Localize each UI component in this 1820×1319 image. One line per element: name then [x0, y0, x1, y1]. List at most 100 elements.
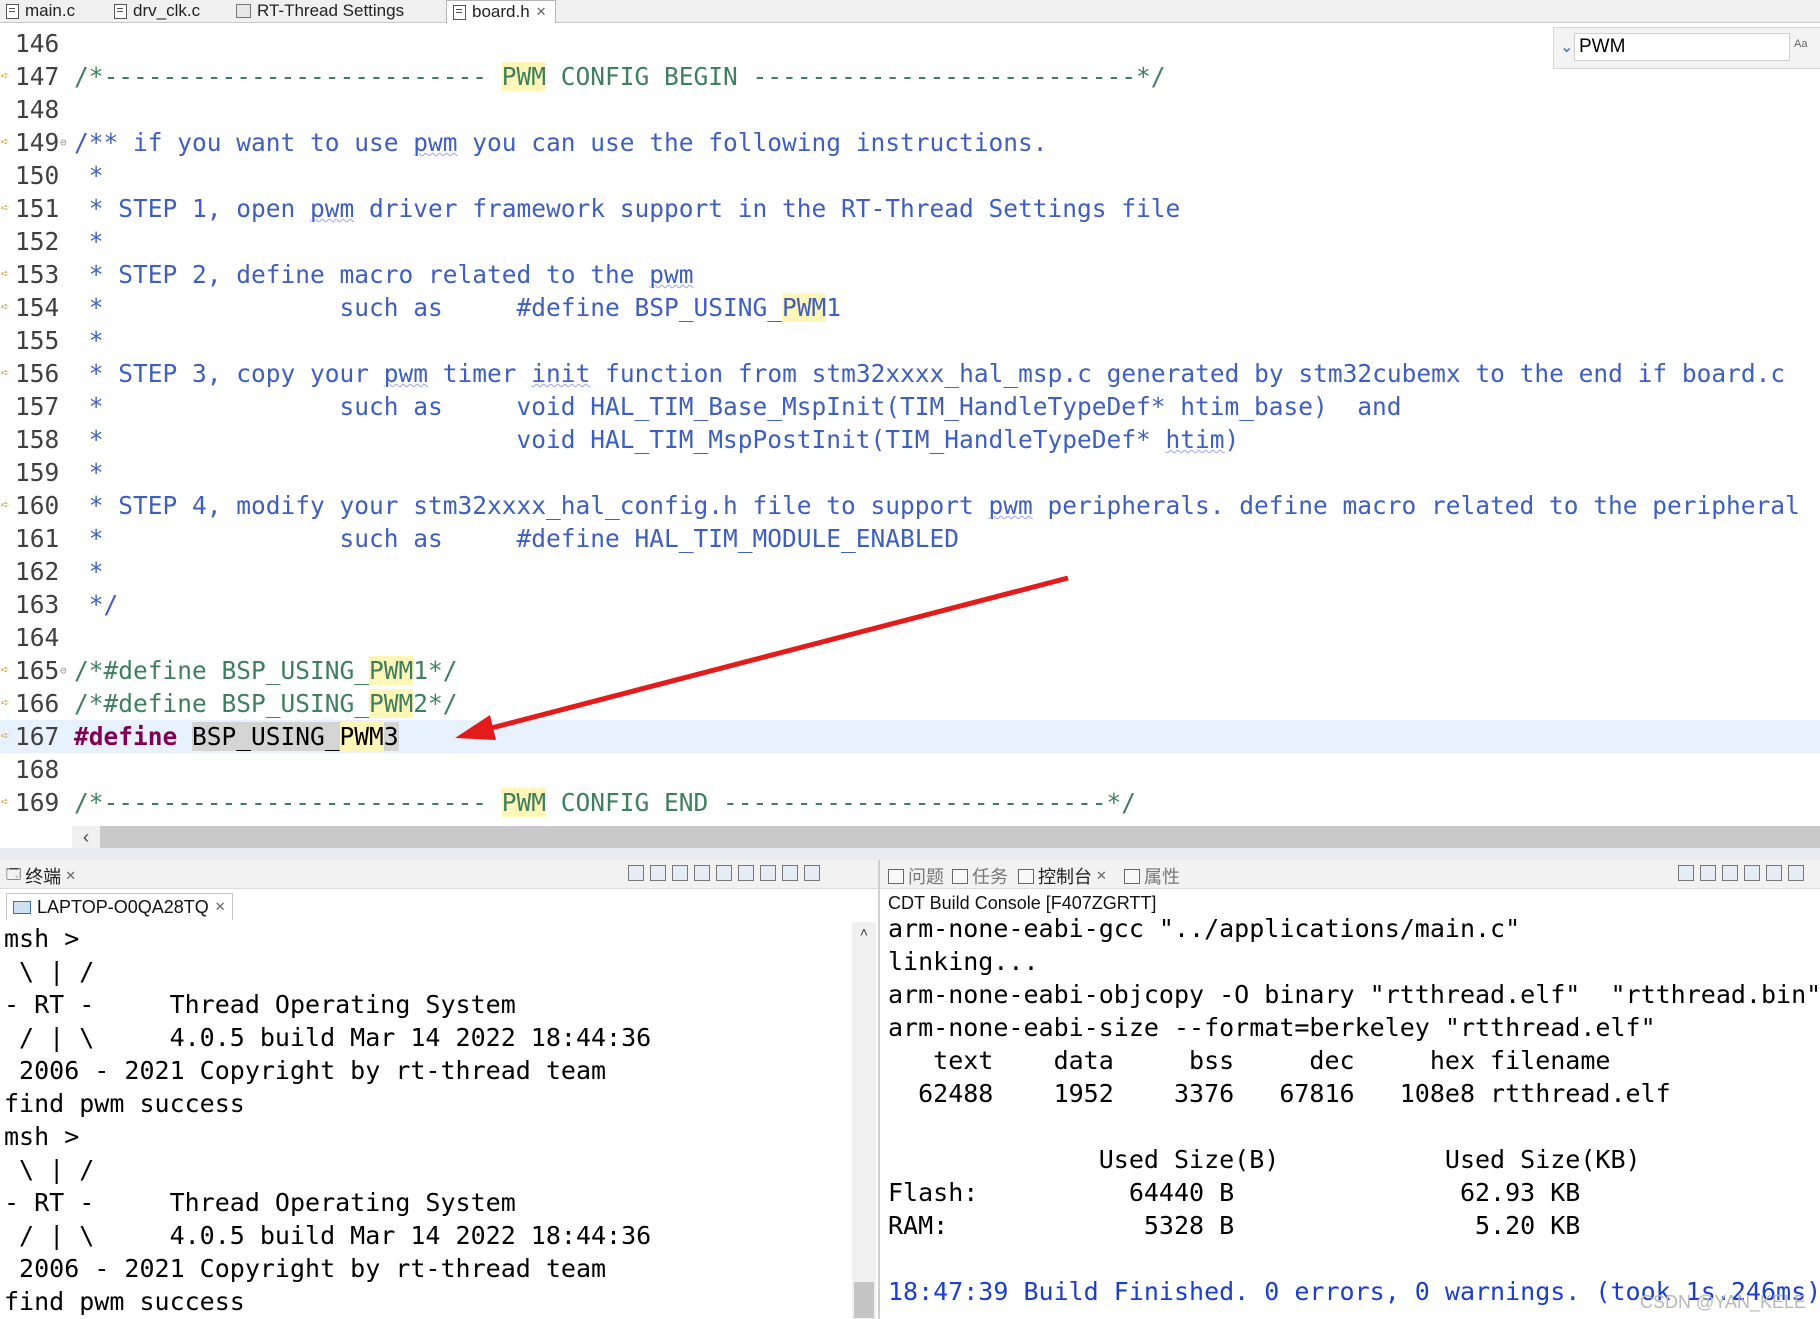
terminal-line: - RT - Thread Operating System	[4, 1188, 516, 1217]
console-line: linking...	[888, 947, 1039, 976]
match-case-icon[interactable]: Aa	[1794, 38, 1807, 50]
line-number: 157	[15, 392, 60, 421]
code-line: ➪ 147 /*-------------------------- PWM CO…	[0, 60, 1820, 93]
terminal-toolbar	[628, 865, 820, 881]
code-text: * such as #define HAL_TIM_MODULE_ENABLED	[74, 524, 960, 553]
new-terminal-icon[interactable]	[628, 865, 644, 881]
file-c-icon	[114, 3, 127, 19]
line-number: 164	[15, 623, 60, 652]
fold-icon[interactable]: ⊖	[60, 654, 67, 687]
line-number: 152	[15, 227, 60, 256]
terminal-line: msh >	[4, 1122, 80, 1151]
arrow-down-icon[interactable]	[1700, 865, 1716, 881]
code-text: *	[74, 326, 104, 355]
terminal-vertical-scrollbar[interactable]: ˄	[852, 922, 876, 1319]
code-line: ➪ 160 * STEP 4, modify your stm32xxxx_hal…	[0, 489, 1820, 522]
tab-problems[interactable]: 问题	[888, 863, 944, 889]
code-line: 159 *	[0, 456, 1820, 489]
file-c-icon	[6, 3, 19, 19]
terminal-panel-tabs: 🗔 终端 ✕	[0, 860, 878, 889]
code-line: 162 *	[0, 555, 1820, 588]
console-toolbar	[1678, 865, 1804, 881]
code-editor[interactable]: 146 ➪ 147 /*-------------------------- PW…	[0, 23, 1820, 831]
editor-tab-board-h[interactable]: board.h ✕	[446, 0, 556, 23]
code-line: ➪ 149 ⊖ /** if you want to use pwm you can…	[0, 126, 1820, 159]
pin-icon[interactable]	[716, 865, 732, 881]
tab-label: 任务	[972, 867, 1008, 887]
code-line: 164	[0, 621, 1820, 654]
console-line: arm-none-eabi-objcopy -O binary "rtthrea…	[888, 980, 1818, 1009]
minimize-icon[interactable]	[804, 865, 820, 881]
change-marker-icon: ➪	[1, 299, 10, 315]
fold-icon[interactable]: ⊖	[60, 126, 67, 159]
code-text: * void HAL_TIM_MspPostInit(TIM_HandleTyp…	[74, 425, 1240, 454]
console-panel-tabs: 问题 任务 控制台 ✕ 属性	[880, 860, 1820, 889]
clear-icon[interactable]	[694, 865, 710, 881]
code-text: */	[74, 590, 119, 619]
code-line: ➪ 166 /*#define BSP_USING_PWM2*/	[0, 687, 1820, 720]
settings-icon[interactable]	[782, 865, 798, 881]
terminal-line: 2006 - 2021 Copyright by rt-thread team	[4, 1254, 607, 1283]
session-label: LAPTOP-O0QA28TQ	[37, 897, 209, 917]
close-icon[interactable]: ✕	[65, 868, 76, 884]
terminal-line: 2006 - 2021 Copyright by rt-thread team	[4, 1056, 607, 1085]
editor-tab-drv-clk-c[interactable]: drv_clk.c	[114, 0, 200, 22]
display-console-icon[interactable]	[1766, 865, 1782, 881]
tab-label: 控制台	[1038, 867, 1092, 887]
monitor-icon	[13, 900, 31, 914]
tab-label: RT-Thread Settings	[257, 1, 405, 20]
terminal-output[interactable]: msh > \ | / - RT - Thread Operating Syst…	[0, 922, 852, 1319]
line-number: 146	[15, 29, 60, 58]
console-line: 62488 1952 3376 67816 108e8 rtthread.elf	[888, 1079, 1671, 1108]
close-icon[interactable]: ✕	[1096, 868, 1107, 884]
chevron-up-icon[interactable]: ˄	[852, 924, 876, 940]
clear-console-icon[interactable]	[1678, 865, 1694, 881]
close-icon[interactable]: ✕	[215, 894, 226, 920]
tab-console[interactable]: 控制台 ✕	[1018, 863, 1107, 889]
tab-label: drv_clk.c	[133, 1, 201, 20]
tab-label: main.c	[25, 1, 76, 20]
terminal-line: - RT - Thread Operating System	[4, 990, 516, 1019]
scrollbar-thumb[interactable]	[854, 1282, 874, 1318]
line-number: 150	[15, 161, 60, 190]
line-number: 166	[15, 689, 60, 718]
editor-tab-main-c[interactable]: main.c	[6, 0, 75, 22]
console-output[interactable]: arm-none-eabi-gcc "../applications/main.…	[888, 912, 1818, 1319]
paste-icon[interactable]	[760, 865, 776, 881]
code-line: 155 *	[0, 324, 1820, 357]
code-text: * STEP 3, copy your pwm timer init funct…	[74, 359, 1786, 388]
change-marker-icon: ➪	[1, 662, 10, 678]
chevron-down-icon[interactable]: ⌄	[1560, 37, 1573, 57]
find-bar: ⌄ Aa	[1553, 27, 1820, 69]
code-line: ➪ 153 * STEP 2, define macro related to t…	[0, 258, 1820, 291]
link-icon[interactable]	[1744, 865, 1760, 881]
close-icon[interactable]: ✕	[536, 2, 547, 22]
editor-tab-rt-thread-settings[interactable]: RT-Thread Settings	[236, 0, 404, 22]
tasks-icon	[952, 868, 968, 884]
arrow-up-icon[interactable]	[1722, 865, 1738, 881]
disconnect-icon[interactable]	[650, 865, 666, 881]
tab-label: 问题	[908, 867, 944, 887]
change-marker-icon: ➪	[1, 695, 10, 711]
terminal-session-tab[interactable]: LAPTOP-O0QA28TQ ✕	[6, 893, 233, 920]
scroll-lock-icon[interactable]	[672, 865, 688, 881]
settings-file-icon	[236, 4, 251, 18]
line-number: 163	[15, 590, 60, 619]
open-console-icon[interactable]	[1788, 865, 1804, 881]
tab-terminal[interactable]: 🗔 终端 ✕	[6, 863, 76, 889]
find-input[interactable]	[1574, 33, 1790, 61]
line-number: 158	[15, 425, 60, 454]
console-line: arm-none-eabi-gcc "../applications/main.…	[888, 914, 1521, 943]
code-line: ➪ 151 * STEP 1, open pwm driver framework…	[0, 192, 1820, 225]
line-number: 149	[15, 128, 60, 157]
code-line: ➪ 169 /*-------------------------- PWM CO…	[0, 786, 1820, 819]
code-text: * such as void HAL_TIM_Base_MspInit(TIM_…	[74, 392, 1402, 421]
editor-horizontal-scrollbar[interactable]: ‹	[72, 826, 1820, 848]
chevron-left-icon[interactable]: ‹	[72, 826, 100, 848]
panel-divider[interactable]	[0, 848, 1820, 860]
change-marker-icon: ➪	[1, 365, 10, 381]
tab-properties[interactable]: 属性	[1124, 863, 1180, 889]
copy-icon[interactable]	[738, 865, 754, 881]
terminal-panel: 🗔 终端 ✕ LAPTOP-O0QA28TQ ✕ msh > \ | / - R…	[0, 860, 880, 1319]
tab-tasks[interactable]: 任务	[952, 863, 1008, 889]
